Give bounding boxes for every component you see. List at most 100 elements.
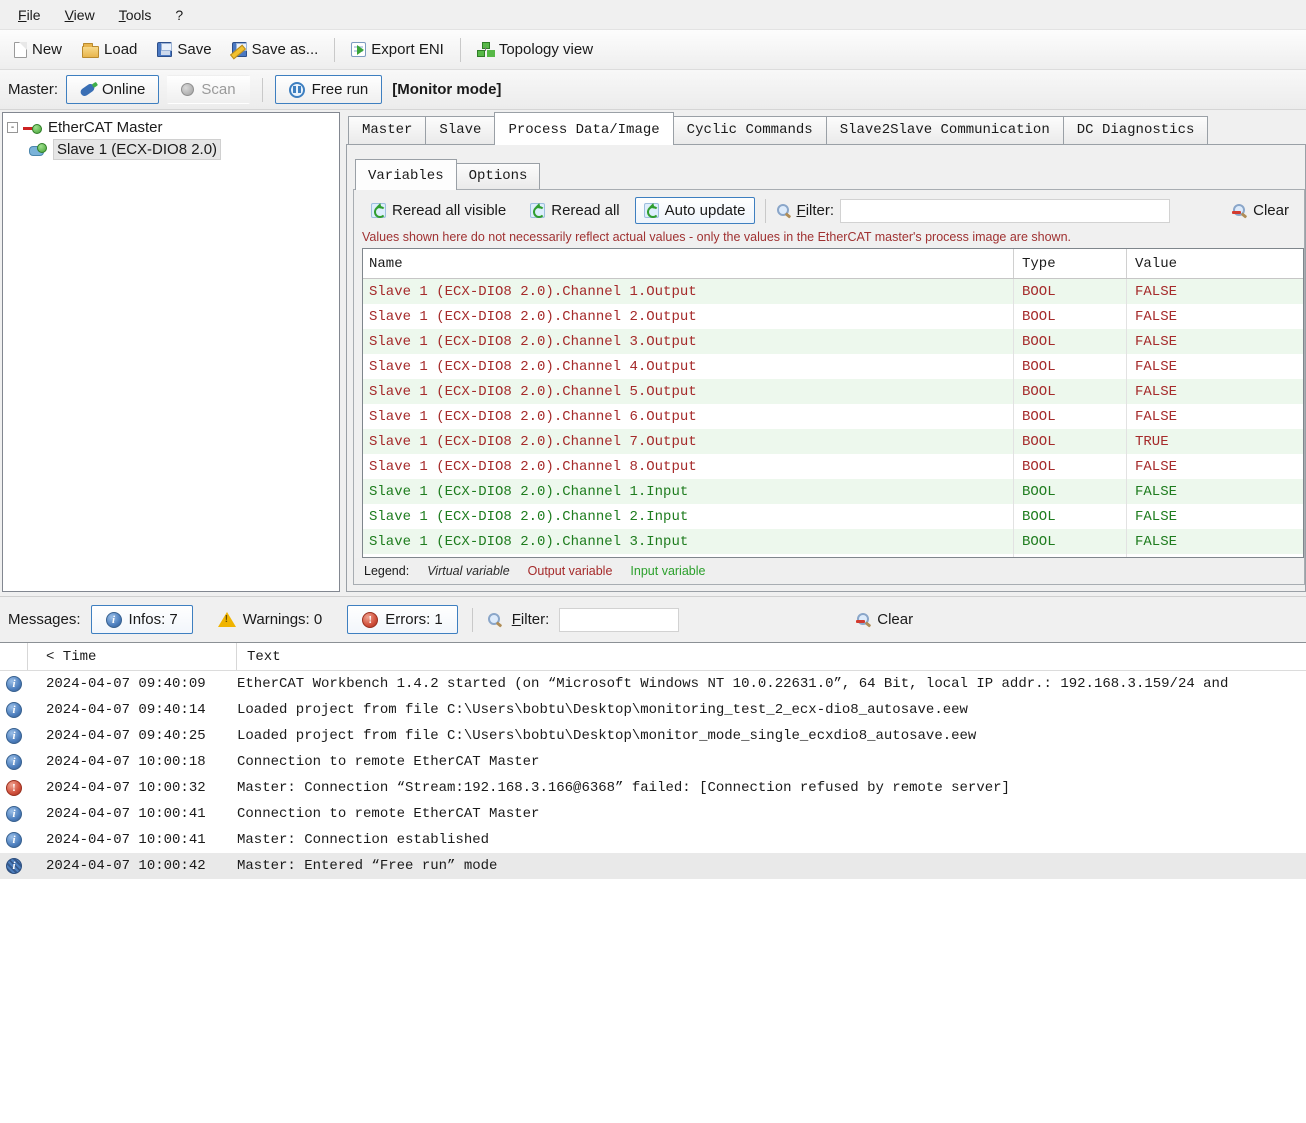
variable-value: FALSE (1126, 354, 1303, 379)
online-toggle-button[interactable]: Online (66, 75, 159, 104)
log-row[interactable]: 2024-04-07 10:00:41 Master: Connection e… (0, 827, 1306, 853)
variable-row[interactable]: Slave 1 (ECX-DIO8 2.0).Channel 1.Output … (363, 279, 1303, 304)
variable-type: BOOL (1013, 554, 1126, 557)
auto-update-label: Auto update (665, 202, 746, 219)
infos-filter-button[interactable]: Infos: 7 (91, 605, 193, 634)
variable-type: BOOL (1013, 304, 1126, 329)
variable-value: FALSE (1126, 304, 1303, 329)
variable-value: FALSE (1126, 279, 1303, 304)
log-row[interactable]: 2024-04-07 10:00:42 Master: Entered “Fre… (0, 853, 1306, 879)
column-header-type[interactable]: Type (1013, 249, 1126, 278)
variable-name: Slave 1 (ECX-DIO8 2.0).Channel 7.Output (363, 434, 1013, 450)
reread-all-visible-button[interactable]: Reread all visible (362, 197, 515, 224)
message-level-icon (6, 858, 22, 874)
variable-type: BOOL (1013, 279, 1126, 304)
log-row[interactable]: 2024-04-07 10:00:41 Connection to remote… (0, 801, 1306, 827)
tab-slave[interactable]: Slave (425, 116, 495, 144)
auto-update-toggle-button[interactable]: Auto update (635, 197, 755, 224)
main-split: - EtherCAT Master Slave 1 (ECX-DIO8 2.0)… (0, 110, 1306, 596)
variable-name: Slave 1 (ECX-DIO8 2.0).Channel 3.Output (363, 334, 1013, 350)
variable-value: FALSE (1126, 379, 1303, 404)
variable-name: Slave 1 (ECX-DIO8 2.0).Channel 5.Output (363, 384, 1013, 400)
log-row[interactable]: 2024-04-07 09:40:09 EtherCAT Workbench 1… (0, 671, 1306, 697)
menu-help[interactable]: ? (163, 3, 195, 27)
file-toolbar: New Load Save Save as... Export ENI Topo… (0, 30, 1306, 70)
tab-variables[interactable]: Variables (355, 159, 457, 190)
column-header-value[interactable]: Value (1126, 249, 1303, 278)
variable-row[interactable]: Slave 1 (ECX-DIO8 2.0).Channel 1.Input B… (363, 479, 1303, 504)
errors-filter-button[interactable]: Errors: 1 (347, 605, 458, 634)
reread-all-button[interactable]: Reread all (521, 197, 628, 224)
save-button[interactable]: Save (149, 36, 219, 63)
export-eni-button[interactable]: Export ENI (343, 36, 452, 63)
info-icon (106, 612, 122, 628)
variables-grid-header: Name Type Value (363, 249, 1303, 279)
masterbar-separator (262, 78, 263, 102)
slave-device-icon (29, 143, 49, 156)
tree-node-ethercat-master[interactable]: - EtherCAT Master (5, 117, 337, 138)
legend-bar: Legend: Virtual variable Output variable… (354, 558, 1304, 584)
log-row[interactable]: 2024-04-07 09:40:14 Loaded project from … (0, 697, 1306, 723)
message-level-icon (6, 806, 22, 822)
variable-row[interactable]: Slave 1 (ECX-DIO8 2.0).Channel 5.Output … (363, 379, 1303, 404)
variable-type: BOOL (1013, 504, 1126, 529)
variable-row[interactable]: Slave 1 (ECX-DIO8 2.0).Channel 7.Output … (363, 429, 1303, 454)
tab-slave2slave-communication[interactable]: Slave2Slave Communication (826, 116, 1064, 144)
variable-type: BOOL (1013, 404, 1126, 429)
clear-filter-button[interactable]: Clear (1225, 197, 1296, 224)
column-header-name[interactable]: Name (363, 256, 1013, 272)
warnings-filter-button[interactable]: Warnings: 0 (203, 605, 337, 634)
refresh-icon (530, 203, 545, 218)
log-text: Loaded project from file C:\Users\bobtu\… (237, 728, 1306, 744)
log-text: Master: Entered “Free run” mode (237, 858, 1306, 874)
column-header-time[interactable]: < Time (28, 643, 237, 670)
menu-tools[interactable]: Tools (107, 3, 164, 27)
export-eni-icon (351, 42, 366, 57)
log-time: 2024-04-07 10:00:41 (28, 832, 237, 848)
load-button[interactable]: Load (74, 36, 145, 63)
save-as-button[interactable]: Save as... (224, 36, 327, 63)
variable-name: Slave 1 (ECX-DIO8 2.0).Channel 8.Output (363, 459, 1013, 475)
variable-row[interactable]: Slave 1 (ECX-DIO8 2.0).Channel 2.Input B… (363, 504, 1303, 529)
variables-tab-page: Reread all visible Reread all Auto updat… (353, 189, 1305, 585)
new-document-icon (14, 42, 27, 58)
variables-filter-input[interactable] (840, 199, 1170, 223)
tab-master[interactable]: Master (348, 116, 426, 144)
variable-row[interactable]: Slave 1 (ECX-DIO8 2.0).Channel 8.Output … (363, 454, 1303, 479)
log-row[interactable]: 2024-04-07 10:00:18 Connection to remote… (0, 749, 1306, 775)
log-row[interactable]: 2024-04-07 09:40:25 Loaded project from … (0, 723, 1306, 749)
variable-row[interactable]: Slave 1 (ECX-DIO8 2.0).Channel 3.Input B… (363, 529, 1303, 554)
warnings-count-label: Warnings: 0 (243, 611, 322, 628)
variable-row[interactable]: Slave 1 (ECX-DIO8 2.0).Channel 2.Output … (363, 304, 1303, 329)
column-header-text[interactable]: Text (237, 649, 1306, 665)
variable-row[interactable]: Slave 1 (ECX-DIO8 2.0).Channel 4.Input B… (363, 554, 1303, 557)
save-disk-icon (157, 42, 172, 57)
new-button[interactable]: New (6, 36, 70, 63)
free-run-toggle-button[interactable]: Free run (275, 75, 383, 104)
message-level-icon (6, 780, 22, 796)
log-row[interactable]: 2024-04-07 10:00:32 Master: Connection “… (0, 775, 1306, 801)
collapse-expander-icon[interactable]: - (7, 122, 18, 133)
scan-button[interactable]: Scan (167, 75, 249, 104)
variable-type: BOOL (1013, 354, 1126, 379)
legend-output-variable: Output variable (528, 564, 613, 578)
tab-process-data-image[interactable]: Process Data/Image (494, 112, 673, 145)
tree-node-slave1[interactable]: Slave 1 (ECX-DIO8 2.0) (5, 138, 337, 161)
tab-options[interactable]: Options (456, 163, 541, 189)
menu-file[interactable]: File (6, 3, 53, 27)
variable-row[interactable]: Slave 1 (ECX-DIO8 2.0).Channel 4.Output … (363, 354, 1303, 379)
menu-view[interactable]: View (53, 3, 107, 27)
messages-clear-filter-button[interactable]: Clear (849, 606, 920, 633)
variable-name: Slave 1 (ECX-DIO8 2.0).Channel 4.Output (363, 359, 1013, 375)
open-folder-icon (82, 46, 99, 58)
sub-tab-strip: Variables Options (353, 159, 1305, 189)
variable-row[interactable]: Slave 1 (ECX-DIO8 2.0).Channel 6.Output … (363, 404, 1303, 429)
tab-cyclic-commands[interactable]: Cyclic Commands (673, 116, 827, 144)
device-tree: - EtherCAT Master Slave 1 (ECX-DIO8 2.0) (2, 112, 340, 592)
variable-row[interactable]: Slave 1 (ECX-DIO8 2.0).Channel 3.Output … (363, 329, 1303, 354)
messages-filter-input[interactable] (559, 608, 679, 632)
toolbar-separator (334, 38, 335, 62)
topology-view-button[interactable]: Topology view (469, 36, 601, 63)
tab-dc-diagnostics[interactable]: DC Diagnostics (1063, 116, 1209, 144)
filter-label: Filter: (797, 202, 835, 219)
